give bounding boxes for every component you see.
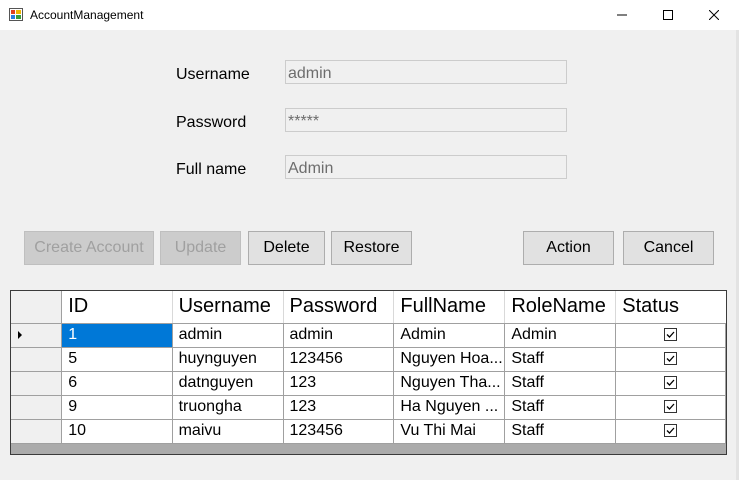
cancel-button[interactable]: Cancel — [623, 231, 714, 265]
cell-username[interactable]: maivu — [172, 419, 284, 444]
cell-status[interactable] — [615, 347, 726, 372]
accounts-table: ID Username Password FullName RoleName S… — [11, 291, 726, 444]
status-checkbox[interactable] — [664, 328, 678, 342]
delete-button[interactable]: Delete — [248, 231, 325, 265]
column-header-password[interactable]: Password — [283, 291, 395, 324]
status-checkbox[interactable] — [664, 376, 678, 390]
cell-username[interactable]: admin — [172, 323, 284, 348]
title-bar: AccountManagement — [0, 0, 739, 30]
row-header[interactable] — [11, 419, 63, 444]
column-header-fullname[interactable]: FullName — [393, 291, 506, 324]
cell-password[interactable]: 123456 — [283, 347, 395, 372]
minimize-button[interactable] — [599, 0, 645, 30]
app-icon — [9, 8, 23, 21]
create-account-button[interactable]: Create Account — [24, 231, 154, 265]
cell-status[interactable] — [615, 395, 726, 420]
cell-fullname[interactable]: Vu Thi Mai — [393, 419, 506, 444]
table-row[interactable]: 5 huynguyen 123456 Nguyen Hoa... Staff — [11, 347, 726, 372]
accounts-grid[interactable]: ID Username Password FullName RoleName S… — [10, 290, 727, 455]
row-header-corner — [11, 291, 63, 324]
close-button[interactable] — [691, 0, 737, 30]
table-row[interactable]: 9 truongha 123 Ha Nguyen ... Staff — [11, 395, 726, 420]
cell-username[interactable]: datnguyen — [172, 371, 284, 396]
cell-rolename[interactable]: Staff — [504, 371, 617, 396]
checkmark-icon — [666, 379, 675, 387]
cell-id[interactable]: 9 — [61, 395, 173, 420]
action-button[interactable]: Action — [523, 231, 614, 265]
cell-id[interactable]: 10 — [61, 419, 173, 444]
cell-status[interactable] — [615, 371, 726, 396]
current-row-arrow-icon — [18, 331, 22, 339]
checkmark-icon — [666, 331, 675, 339]
column-header-username[interactable]: Username — [172, 291, 284, 324]
cell-rolename[interactable]: Staff — [504, 419, 617, 444]
row-header[interactable] — [11, 347, 63, 372]
cell-rolename[interactable]: Staff — [504, 347, 617, 372]
username-field[interactable] — [285, 60, 567, 84]
username-label: Username — [176, 66, 250, 83]
cell-password[interactable]: 123456 — [283, 419, 395, 444]
password-field[interactable] — [285, 108, 567, 132]
cell-password[interactable]: 123 — [283, 371, 395, 396]
restore-button[interactable]: Restore — [331, 231, 412, 265]
cell-rolename[interactable]: Staff — [504, 395, 617, 420]
checkmark-icon — [666, 427, 675, 435]
checkmark-icon — [666, 403, 675, 411]
cell-fullname[interactable]: Nguyen Tha... — [393, 371, 506, 396]
cell-fullname[interactable]: Nguyen Hoa... — [393, 347, 506, 372]
cell-id[interactable]: 6 — [61, 371, 173, 396]
cell-id[interactable]: 1 — [61, 323, 173, 348]
column-header-status[interactable]: Status — [615, 291, 726, 324]
row-header[interactable] — [11, 371, 63, 396]
cell-username[interactable]: truongha — [172, 395, 284, 420]
close-icon — [709, 10, 719, 20]
status-checkbox[interactable] — [664, 424, 678, 438]
status-checkbox[interactable] — [664, 400, 678, 414]
column-header-rolename[interactable]: RoleName — [504, 291, 617, 324]
maximize-icon — [663, 10, 673, 20]
cell-password[interactable]: 123 — [283, 395, 395, 420]
minimize-icon — [617, 14, 627, 16]
row-header[interactable] — [11, 323, 63, 348]
table-row[interactable]: 6 datnguyen 123 Nguyen Tha... Staff — [11, 371, 726, 396]
cell-password[interactable]: admin — [283, 323, 395, 348]
window-title: AccountManagement — [30, 8, 144, 22]
status-checkbox[interactable] — [664, 352, 678, 366]
cell-username[interactable]: huynguyen — [172, 347, 284, 372]
table-row[interactable]: 10 maivu 123456 Vu Thi Mai Staff — [11, 419, 726, 444]
cell-rolename[interactable]: Admin — [504, 323, 617, 348]
cell-status[interactable] — [615, 419, 726, 444]
cell-id[interactable]: 5 — [61, 347, 173, 372]
cell-status[interactable] — [615, 323, 726, 348]
cell-fullname[interactable]: Ha Nguyen ... — [393, 395, 506, 420]
checkmark-icon — [666, 355, 675, 363]
column-header-id[interactable]: ID — [61, 291, 173, 324]
table-row[interactable]: 1 admin admin Admin Admin — [11, 323, 726, 348]
password-label: Password — [176, 114, 247, 131]
row-header[interactable] — [11, 395, 63, 420]
maximize-button[interactable] — [645, 0, 691, 30]
cell-fullname[interactable]: Admin — [393, 323, 506, 348]
fullname-label: Full name — [176, 161, 247, 178]
update-button[interactable]: Update — [160, 231, 241, 265]
fullname-field[interactable] — [285, 155, 567, 179]
table-header-row: ID Username Password FullName RoleName S… — [11, 291, 726, 324]
